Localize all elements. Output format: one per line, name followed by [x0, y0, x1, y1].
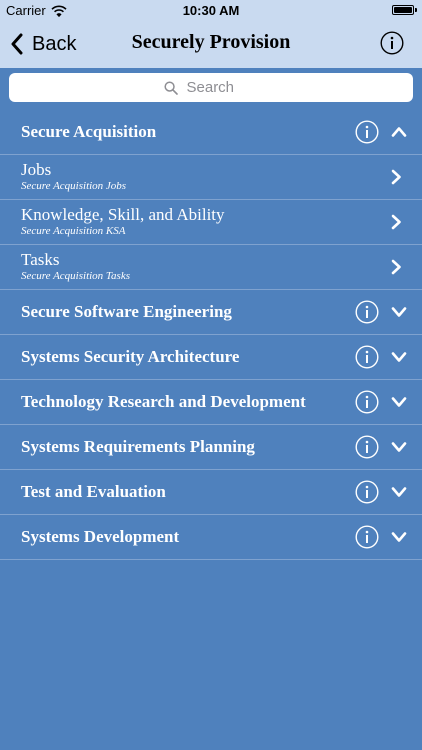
search-field[interactable] [9, 73, 413, 102]
search-icon [163, 80, 178, 95]
section-header-systems-security-architecture[interactable]: Systems Security Architecture [0, 335, 422, 380]
section-header-systems-requirements-planning[interactable]: Systems Requirements Planning [0, 425, 422, 470]
list-item-jobs[interactable]: Jobs Secure Acquisition Jobs [0, 155, 422, 200]
list-item-tasks[interactable]: Tasks Secure Acquisition Tasks [0, 245, 422, 290]
battery-icon [392, 5, 417, 15]
search-bar [0, 68, 422, 110]
section-label: Systems Development [21, 527, 180, 546]
list-item-ksa[interactable]: Knowledge, Skill, and Ability Secure Acq… [0, 200, 422, 245]
chevron-right-icon [391, 259, 401, 275]
chevron-right-icon [391, 214, 401, 230]
info-icon[interactable] [355, 120, 379, 144]
section-header-test-and-evaluation[interactable]: Test and Evaluation [0, 470, 422, 515]
battery-fill [394, 7, 412, 13]
chevron-down-icon[interactable] [391, 529, 407, 545]
info-icon [380, 31, 404, 55]
navigation-bar: Back Securely Provision [0, 22, 422, 66]
info-button[interactable] [380, 31, 404, 55]
info-icon[interactable] [355, 435, 379, 459]
chevron-right-icon [391, 169, 401, 185]
section-label: Systems Security Architecture [21, 347, 240, 366]
chevron-down-icon[interactable] [391, 394, 407, 410]
search-input[interactable] [184, 78, 259, 97]
chevron-down-icon[interactable] [391, 439, 407, 455]
list-item-title: Jobs [21, 160, 52, 179]
info-icon[interactable] [355, 300, 379, 324]
list-item-subtitle: Secure Acquisition Jobs [21, 180, 127, 192]
status-time: 10:30 AM [182, 3, 240, 18]
section-header-systems-development[interactable]: Systems Development [0, 515, 422, 560]
info-icon[interactable] [355, 345, 379, 369]
section-header-technology-research-and-development[interactable]: Technology Research and Development [0, 380, 422, 425]
section-label: Systems Requirements Planning [21, 437, 255, 456]
info-icon[interactable] [355, 480, 379, 504]
section-header-secure-acquisition[interactable]: Secure Acquisition [0, 110, 422, 155]
list-item-subtitle: Secure Acquisition Tasks [21, 270, 130, 282]
list-item-subtitle: Secure Acquisition KSA [21, 225, 126, 237]
info-icon[interactable] [355, 525, 379, 549]
info-icon[interactable] [355, 390, 379, 414]
page-title: Securely Provision [131, 31, 291, 53]
list-item-title: Tasks [21, 250, 60, 269]
chevron-down-icon[interactable] [391, 484, 407, 500]
category-list: Secure Acquisition Jobs Secure Acquisiti… [0, 110, 422, 560]
section-label: Secure Acquisition [21, 122, 157, 141]
chevron-down-icon[interactable] [391, 349, 407, 365]
section-label: Test and Evaluation [21, 482, 166, 501]
section-header-secure-software-engineering[interactable]: Secure Software Engineering [0, 290, 422, 335]
status-bar: Carrier 10:30 AM [0, 0, 422, 22]
list-item-title: Knowledge, Skill, and Ability [21, 205, 225, 224]
section-label: Secure Software Engineering [21, 302, 232, 321]
section-label: Technology Research and Development [21, 392, 306, 411]
chevron-down-icon[interactable] [391, 304, 407, 320]
chevron-up-icon[interactable] [391, 124, 407, 140]
